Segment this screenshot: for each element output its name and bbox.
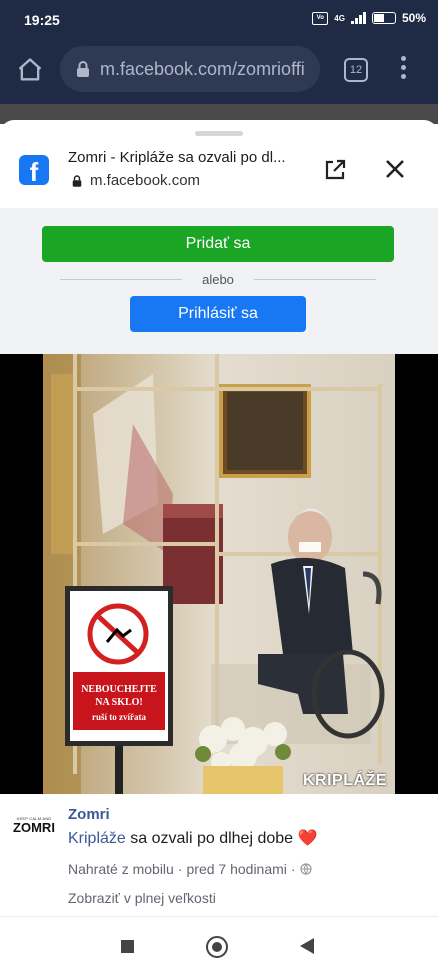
- video-scene: NEBOUCHEJTE NA SKLO! ruší to zvířata: [43, 354, 395, 794]
- browser-toolbar: m.facebook.com/zomrioffi 12: [0, 40, 438, 104]
- sheet-url: m.facebook.com: [72, 172, 200, 189]
- or-divider: alebo: [60, 270, 376, 290]
- signal-icon: [350, 12, 366, 24]
- home-icon[interactable]: [16, 56, 44, 84]
- close-icon[interactable]: [384, 158, 406, 180]
- post-meta: Nahraté z mobilu · pred 7 hodinami ·: [68, 861, 312, 877]
- post-hashtag[interactable]: Kripláže: [68, 830, 126, 847]
- post-body: sa ozvali po dlhej dobe ❤️: [125, 830, 318, 847]
- avatar[interactable]: KEEP CALM AND ZOMRI: [12, 816, 56, 840]
- uploaded-from[interactable]: Nahraté z mobilu: [68, 861, 174, 877]
- lock-icon: [72, 174, 82, 187]
- sheet-title: Zomri - Kripláže sa ozvali po dl...: [68, 149, 286, 166]
- video-watermark: KRIPLÁŽE: [303, 772, 387, 789]
- sheet-header: f Zomri - Kripláže sa ozvali po dl... m.…: [0, 138, 438, 209]
- battery-icon: [371, 12, 396, 24]
- drag-handle[interactable]: [195, 131, 243, 136]
- post-time[interactable]: pred 7 hodinami: [187, 861, 287, 877]
- sign-line-1: NEBOUCHEJTE: [81, 684, 157, 695]
- facebook-icon: f: [19, 155, 49, 187]
- avatar-name: ZOMRI: [13, 820, 55, 835]
- menu-dots-icon[interactable]: [397, 56, 409, 82]
- page-name[interactable]: Zomri: [68, 806, 110, 823]
- or-label: alebo: [202, 272, 234, 287]
- volte-icon: Vo: [312, 11, 329, 25]
- nav-back-icon[interactable]: [300, 938, 314, 954]
- address-bar[interactable]: m.facebook.com/zomrioffi: [60, 46, 320, 92]
- status-time: 19:25: [24, 12, 60, 28]
- post-text: Kripláže sa ozvali po dlhej dobe ❤️: [68, 828, 317, 848]
- globe-icon: [299, 863, 312, 875]
- open-external-icon[interactable]: [323, 158, 347, 182]
- system-nav-bar: [0, 916, 438, 975]
- status-icons: Vo 4G 50%: [312, 11, 426, 25]
- sign-line-2: NA SKLO!: [95, 697, 143, 708]
- sheet-url-text: m.facebook.com: [90, 172, 201, 189]
- login-prompt: Pridať sa alebo Prihlásiť sa: [0, 208, 438, 354]
- post-info: KEEP CALM AND ZOMRI Zomri Kripláže sa oz…: [0, 794, 438, 914]
- address-text: m.facebook.com/zomrioffi: [100, 58, 305, 79]
- facebook-sheet: f Zomri - Kripláže sa ozvali po dl... m.…: [0, 120, 438, 975]
- status-bar: 19:25 Vo 4G 50%: [0, 0, 438, 40]
- network-type: 4G: [334, 13, 345, 23]
- video-frame: NEBOUCHEJTE NA SKLO! ruší to zvířata KRI…: [43, 354, 395, 794]
- view-full-size-link[interactable]: Zobraziť v plnej veľkosti: [68, 890, 216, 906]
- tabs-icon[interactable]: 12: [344, 58, 368, 82]
- lock-icon: [77, 61, 89, 77]
- sign-line-3: ruší to zvířata: [92, 712, 146, 722]
- nav-home-icon[interactable]: [206, 936, 228, 958]
- video-player[interactable]: NEBOUCHEJTE NA SKLO! ruší to zvířata KRI…: [0, 354, 438, 794]
- login-button[interactable]: Prihlásiť sa: [130, 296, 306, 332]
- nav-recents-icon[interactable]: [121, 940, 134, 953]
- join-button[interactable]: Pridať sa: [42, 226, 394, 262]
- battery-level: 50%: [401, 11, 426, 25]
